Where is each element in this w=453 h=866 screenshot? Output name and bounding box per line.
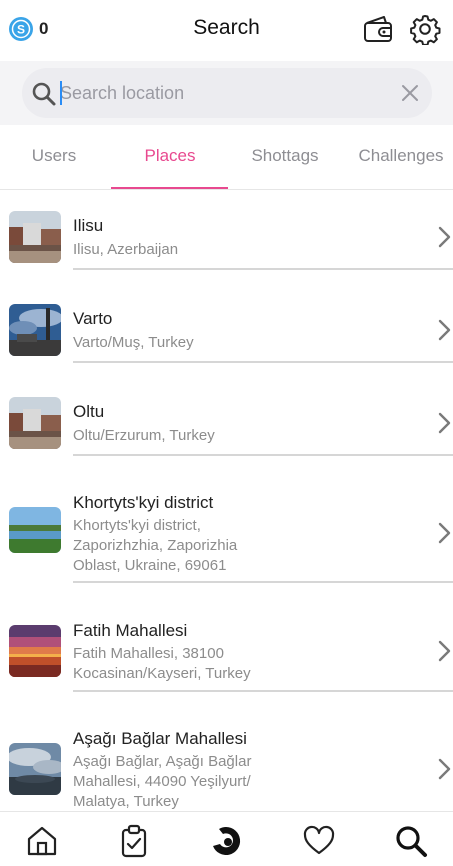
tab-shottags[interactable]: Shottags bbox=[227, 146, 343, 176]
place-subtitle-line: Oblast, Ukraine, 69061 bbox=[73, 557, 227, 574]
place-subtitle: Khortyts'kyi district, Zaporizhzhia, Zap… bbox=[73, 516, 303, 576]
place-thumbnail bbox=[9, 304, 61, 356]
place-thumbnail bbox=[9, 625, 61, 677]
chevron-right-icon bbox=[438, 758, 451, 780]
row-divider bbox=[73, 361, 453, 363]
place-subtitle-line: Zaporizhzhia, Zaporizhia bbox=[73, 537, 238, 554]
wallet-icon[interactable] bbox=[362, 14, 394, 44]
place-subtitle: Oltu/Erzurum, Turkey bbox=[73, 427, 215, 444]
place-thumbnail bbox=[9, 211, 61, 263]
clear-icon[interactable] bbox=[400, 83, 420, 103]
chevron-right-icon bbox=[438, 522, 451, 544]
chevron-right-icon bbox=[438, 412, 451, 434]
place-row-ilisu[interactable]: Ilisu Ilisu, Azerbaijan bbox=[0, 200, 453, 272]
home-icon[interactable] bbox=[25, 824, 59, 858]
tabs-divider bbox=[0, 189, 453, 190]
row-divider bbox=[73, 690, 453, 692]
place-subtitle-line: Kocasinan/Kayseri, Turkey bbox=[73, 665, 251, 682]
place-title: Aşağı Bağlar Mahallesi bbox=[73, 729, 247, 748]
place-subtitle-line: Malatya, Turkey bbox=[73, 793, 179, 810]
place-title: Fatih Mahallesi bbox=[73, 621, 188, 640]
place-title: Ilisu bbox=[73, 216, 104, 235]
place-row-khortytskyi[interactable]: Khortyts'kyi district Khortyts'kyi distr… bbox=[0, 479, 453, 585]
category-tabs: Users Places Shottags Challenges bbox=[0, 132, 453, 190]
search-bar-area bbox=[0, 61, 453, 125]
row-divider bbox=[73, 268, 453, 270]
place-thumbnail bbox=[9, 507, 61, 553]
place-subtitle-line: Fatih Mahallesi, 38100 bbox=[73, 645, 224, 662]
place-row-asagi-baglar[interactable]: Aşağı Bağlar Mahallesi Aşağı Bağlar, Aşa… bbox=[0, 714, 453, 811]
row-divider bbox=[73, 581, 453, 583]
bottom-tab-bar bbox=[0, 811, 453, 866]
place-subtitle: Ilisu, Azerbaijan bbox=[73, 241, 179, 258]
chevron-right-icon bbox=[438, 640, 451, 662]
camera-logo-icon[interactable] bbox=[209, 824, 243, 858]
place-subtitle: Varto/Muş, Turkey bbox=[73, 334, 194, 351]
heart-icon[interactable] bbox=[302, 824, 336, 858]
row-divider bbox=[73, 454, 453, 456]
place-title: Khortyts'kyi district bbox=[73, 493, 214, 512]
tab-users[interactable]: Users bbox=[0, 146, 112, 176]
place-title: Oltu bbox=[73, 402, 105, 421]
place-row-varto[interactable]: Varto Varto/Muş, Turkey bbox=[0, 293, 453, 365]
place-title: Varto bbox=[73, 309, 113, 328]
chevron-right-icon bbox=[438, 319, 451, 341]
tab-challenges[interactable]: Challenges bbox=[343, 146, 453, 176]
header: S 0 Search bbox=[0, 0, 453, 60]
place-thumbnail bbox=[9, 397, 61, 449]
place-subtitle: Fatih Mahallesi, 38100 Kocasinan/Kayseri… bbox=[73, 644, 303, 684]
search-box[interactable] bbox=[22, 68, 432, 118]
place-subtitle-line: Khortyts'kyi district, bbox=[73, 517, 201, 534]
clipboard-check-icon[interactable] bbox=[117, 824, 151, 858]
place-subtitle: Aşağı Bağlar, Aşağı Bağlar Mahallesi, 44… bbox=[73, 752, 303, 812]
place-row-oltu[interactable]: Oltu Oltu/Erzurum, Turkey bbox=[0, 386, 453, 458]
search-input[interactable] bbox=[60, 77, 380, 109]
search-tab-icon[interactable] bbox=[394, 824, 428, 858]
chevron-right-icon bbox=[438, 226, 451, 248]
tab-places[interactable]: Places bbox=[112, 146, 228, 176]
place-subtitle-line: Mahallesi, 44090 Yeşilyurt/ bbox=[73, 773, 251, 790]
settings-gear-icon[interactable] bbox=[409, 13, 441, 45]
place-row-fatih[interactable]: Fatih Mahallesi Fatih Mahallesi, 38100 K… bbox=[0, 606, 453, 692]
search-icon bbox=[32, 82, 56, 106]
place-thumbnail bbox=[9, 743, 61, 795]
text-caret bbox=[60, 81, 62, 105]
place-subtitle-line: Aşağı Bağlar, Aşağı Bağlar bbox=[73, 753, 252, 770]
